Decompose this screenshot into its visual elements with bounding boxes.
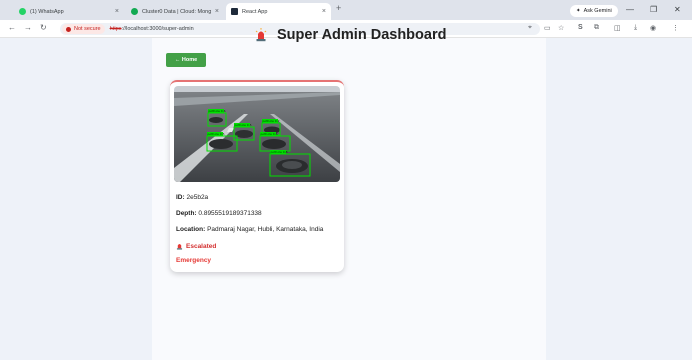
profile-avatar-icon[interactable]: ◉ [650, 24, 656, 32]
restore-icon[interactable]: ❐ [650, 5, 657, 14]
ask-gemini-button[interactable]: ✦ Ask Gemini [570, 5, 618, 17]
detection-tag: pothole 0.5 [235, 123, 252, 127]
siren-alarm-icon [176, 244, 183, 250]
gemini-sparkle-icon: ✦ [576, 8, 581, 14]
extension-s-icon[interactable]: S [578, 24, 583, 31]
warning-icon [66, 26, 71, 32]
detection-tag: pothole 0.6 [209, 109, 226, 113]
back-arrow-icon[interactable]: ← [8, 23, 16, 32]
react-app-icon [231, 8, 238, 15]
url-text: https://localhost:3000/super-admin [110, 26, 194, 32]
id-label: ID: [176, 194, 185, 201]
tab-title: React App [242, 8, 268, 15]
close-window-icon[interactable]: ✕ [674, 5, 681, 14]
tab-whatsapp[interactable]: (1) WhatsApp × [14, 3, 124, 20]
detection-tag: pothole 0.7 [263, 119, 280, 123]
browser-tab-bar: (1) WhatsApp × Cluster0 Data | Cloud: Mo… [0, 0, 692, 20]
sidebar-icon[interactable]: ◫ [614, 24, 621, 32]
road-scene: pothole 0.6 pothole 0.5 pothole 0.7 pothole… [174, 86, 340, 182]
close-icon[interactable]: × [215, 8, 219, 15]
bookmark-star-icon[interactable]: ☆ [558, 24, 564, 32]
pothole-report-card[interactable]: pothole 0.6 pothole 0.5 pothole 0.7 pothole… [170, 80, 344, 272]
depth-label: Depth: [176, 210, 197, 217]
depth-value: 0.8955519189371338 [198, 210, 262, 217]
tab-title: Cluster0 Data | Cloud: MongoD [142, 8, 211, 15]
location-label: Location: [176, 226, 206, 233]
menu-kebab-icon[interactable]: ⋮ [672, 24, 679, 32]
minimize-icon[interactable]: — [626, 5, 634, 14]
page-title: Super Admin Dashboard [277, 27, 447, 43]
new-tab-button[interactable]: + [336, 3, 341, 13]
detection-tag: pothole 0.5 [208, 132, 225, 136]
cast-icon[interactable]: ▭ [544, 24, 551, 32]
pothole-detection-image: pothole 0.6 pothole 0.5 pothole 0.7 pothole… [174, 86, 340, 182]
id-value: 2e5b2a [186, 194, 209, 201]
close-icon[interactable]: × [322, 8, 326, 15]
location-pin-icon[interactable]: ⌖ [528, 24, 532, 32]
status-badge: Escalated [176, 242, 216, 250]
priority-label: Emergency [176, 257, 212, 264]
tab-mongodb[interactable]: Cluster0 Data | Cloud: MongoD × [126, 3, 224, 20]
home-button[interactable]: ← Home [166, 53, 206, 67]
siren-alarm-icon [255, 28, 267, 42]
report-id: ID: 2e5b2a [176, 194, 208, 201]
detection-tag: pothole 0.6 [261, 132, 278, 136]
whatsapp-icon [19, 8, 26, 15]
not-secure-label: Not secure [74, 26, 101, 32]
report-location: Location: Padmaraj Nagar, Hubli, Karnata… [176, 226, 323, 233]
close-icon[interactable]: × [115, 8, 119, 15]
download-icon[interactable]: ⤓ [634, 24, 637, 32]
mongodb-icon [131, 8, 138, 15]
url-protocol: https [109, 26, 122, 32]
tab-react-app[interactable]: React App × [226, 3, 331, 20]
reload-icon[interactable]: ↻ [40, 23, 47, 32]
not-secure-badge[interactable]: Not secure [62, 24, 105, 34]
status-label: Escalated [186, 242, 217, 250]
report-depth: Depth: 0.8955519189371338 [176, 210, 262, 217]
extensions-puzzle-icon[interactable]: ⧉ [594, 24, 599, 32]
forward-arrow-icon[interactable]: → [24, 23, 32, 32]
ask-gemini-label: Ask Gemini [583, 8, 612, 14]
location-value: Padmaraj Nagar, Hubli, Karnataka, India [207, 226, 324, 233]
tab-title: (1) WhatsApp [30, 8, 64, 15]
page-viewport [0, 38, 692, 360]
url-path: ://localhost:3000/super-admin [121, 26, 194, 32]
detection-tag: pothole 0.8 [271, 150, 288, 154]
